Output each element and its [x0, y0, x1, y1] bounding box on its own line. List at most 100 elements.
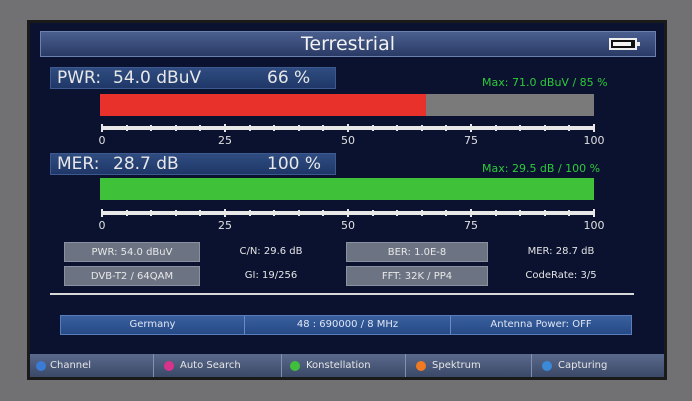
scale-tick — [297, 125, 300, 131]
scale-tick — [248, 210, 251, 216]
pwr-percent: 66 % — [267, 68, 311, 88]
scale-tick — [347, 209, 349, 217]
battery-icon — [609, 38, 640, 50]
scale-tick — [248, 125, 251, 131]
region-country[interactable]: Germany — [61, 316, 245, 334]
scale-tick — [101, 209, 103, 217]
scale-tick — [224, 209, 226, 217]
pwr-value: 54.0 dBuV — [113, 68, 202, 88]
orange-key-icon — [416, 361, 426, 371]
scale-tick — [347, 124, 349, 132]
green-key-icon — [290, 361, 300, 371]
fn-spektrum-label: Spektrum — [432, 360, 481, 371]
scale-tick — [101, 124, 103, 132]
info-ber: BER: 1.0E-8 — [346, 242, 488, 262]
pwr-bar — [100, 94, 594, 116]
fn-capturing-label: Capturing — [558, 360, 608, 371]
scale-tick — [470, 124, 472, 132]
title-bar: Terrestrial — [40, 31, 656, 57]
page-title: Terrestrial — [301, 33, 395, 55]
mer-readout: MER: 28.7 dB 100 % — [50, 153, 336, 175]
pwr-bar-fill — [100, 94, 427, 116]
scale-label: 0 — [98, 219, 106, 232]
fn-channel-label: Channel — [50, 360, 92, 371]
scale-tick — [543, 210, 546, 216]
divider — [50, 293, 634, 295]
scale-tick — [420, 210, 423, 216]
scale-label: 75 — [464, 134, 478, 147]
pwr-scale — [101, 124, 595, 132]
scale-tick — [470, 209, 472, 217]
function-bar: Channel Auto Search Konstellation Spektr… — [30, 354, 664, 377]
scale-tick — [445, 125, 448, 131]
scale-tick — [593, 124, 595, 132]
info-coderate: CodeRate: 3/5 — [525, 270, 597, 281]
info-mer: MER: 28.7 dB — [527, 246, 595, 257]
scale-label: 75 — [464, 219, 478, 232]
scale-tick — [445, 210, 448, 216]
fn-auto-search[interactable]: Auto Search — [154, 354, 282, 377]
fn-spektrum[interactable]: Spektrum — [406, 354, 532, 377]
mer-bar — [100, 178, 594, 200]
scale-label: 50 — [341, 219, 355, 232]
pwr-readout: PWR: 54.0 dBuV 66 % — [50, 67, 336, 89]
scale-tick — [494, 125, 497, 131]
meter-screen: Terrestrial PWR: 54.0 dBuV 66 % Max: 71.… — [27, 20, 667, 380]
info-gi: GI: 19/256 — [244, 270, 298, 281]
scale-tick — [322, 210, 325, 216]
scale-tick — [125, 125, 128, 131]
scale-tick — [593, 209, 595, 217]
scale-tick — [543, 125, 546, 131]
info-system: DVB-T2 / 64QAM — [64, 266, 200, 286]
scale-tick — [199, 125, 202, 131]
scale-tick — [519, 125, 522, 131]
scale-tick — [519, 210, 522, 216]
scale-tick — [568, 125, 571, 131]
scale-label: 100 — [583, 219, 605, 232]
region-channel[interactable]: 48 : 690000 / 8 MHz — [245, 316, 451, 334]
info-fft: FFT: 32K / PP4 — [346, 266, 488, 286]
scale-label: 100 — [583, 134, 605, 147]
fn-capturing[interactable]: Capturing — [532, 354, 664, 377]
scale-tick — [150, 125, 153, 131]
scale-label: 25 — [218, 134, 232, 147]
pwr-label: PWR: — [57, 68, 102, 88]
battery-level — [613, 42, 631, 46]
info-pwr: PWR: 54.0 dBuV — [64, 242, 200, 262]
info-cn: C/N: 29.6 dB — [239, 246, 303, 257]
scale-tick — [494, 210, 497, 216]
blue-key-icon — [542, 361, 552, 371]
scale-tick — [396, 125, 399, 131]
region-bar: Germany 48 : 690000 / 8 MHz Antenna Powe… — [60, 315, 632, 335]
scale-label: 50 — [341, 134, 355, 147]
scale-tick — [322, 125, 325, 131]
scale-label: 25 — [218, 219, 232, 232]
scale-label: 0 — [98, 134, 106, 147]
scale-tick — [420, 125, 423, 131]
scale-tick — [224, 124, 226, 132]
scale-tick — [371, 210, 374, 216]
magenta-key-icon — [164, 361, 174, 371]
mer-value: 28.7 dB — [113, 154, 179, 174]
fn-konstellation[interactable]: Konstellation — [282, 354, 406, 377]
scale-tick — [174, 210, 177, 216]
mer-scale — [101, 209, 595, 217]
fn-channel[interactable]: Channel — [30, 354, 154, 377]
scale-tick — [371, 125, 374, 131]
scale-tick — [273, 125, 276, 131]
mer-label: MER: — [57, 154, 100, 174]
dpad-icon — [36, 361, 46, 371]
scale-tick — [273, 210, 276, 216]
antenna-power[interactable]: Antenna Power: OFF — [451, 316, 631, 334]
scale-tick — [396, 210, 399, 216]
scale-tick — [174, 125, 177, 131]
mer-max: Max: 29.5 dB / 100 % — [482, 162, 601, 175]
scale-tick — [150, 210, 153, 216]
scale-tick — [199, 210, 202, 216]
fn-auto-search-label: Auto Search — [180, 360, 241, 371]
scale-tick — [568, 210, 571, 216]
mer-percent: 100 % — [267, 154, 322, 174]
fn-konstellation-label: Konstellation — [306, 360, 371, 371]
pwr-max: Max: 71.0 dBuV / 85 % — [482, 76, 608, 89]
scale-tick — [125, 210, 128, 216]
